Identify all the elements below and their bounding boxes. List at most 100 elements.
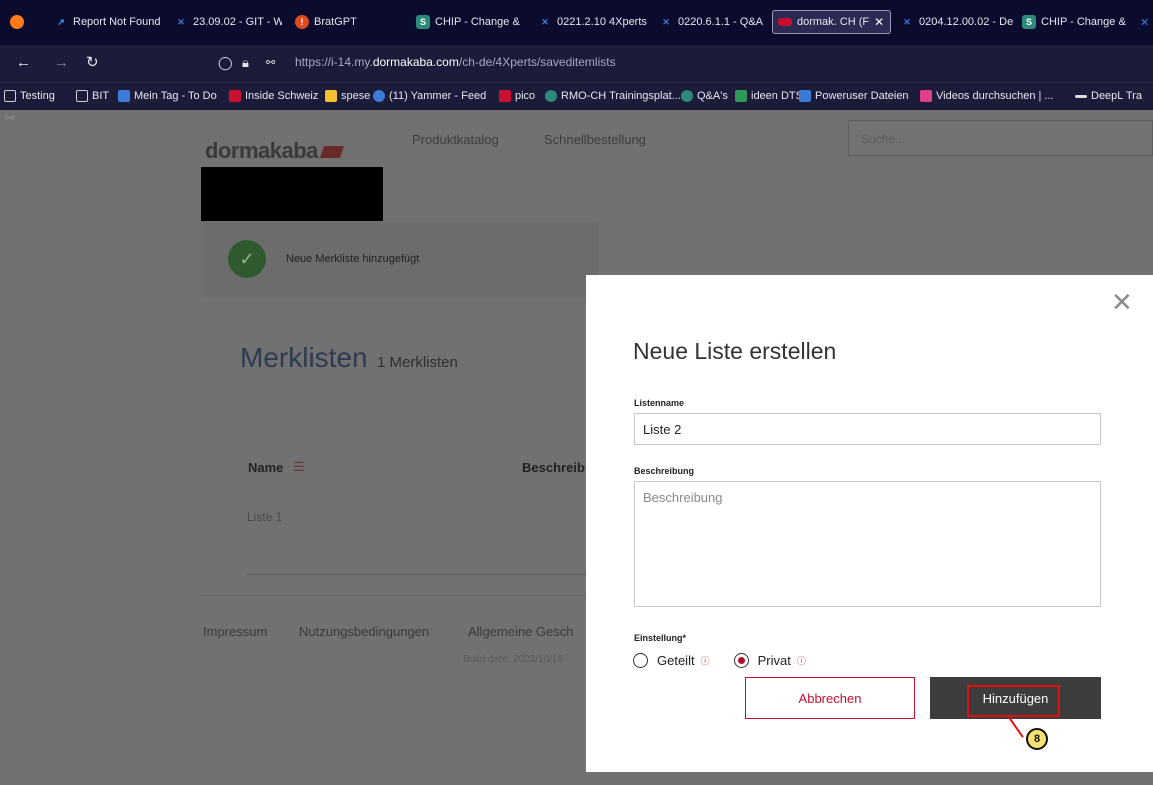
lock-icon[interactable]: 🔒︎: [242, 55, 249, 71]
bookmark-label: RMO-CH Trainingsplat...: [561, 90, 681, 102]
video-icon: [920, 90, 932, 102]
bookmark-testing[interactable]: Testing: [4, 90, 55, 102]
bookmark-label: spese: [341, 90, 371, 102]
address-bar[interactable]: https://i-14.my.dormakaba.com/ch-de/4Xpe…: [295, 55, 616, 69]
bookmark-label: Testing: [20, 90, 55, 102]
tab-git[interactable]: ✕ 23.09.02 - GIT - W: [174, 10, 282, 34]
tab-favicon-icon: ✕: [541, 17, 549, 27]
radio-privat[interactable]: [733, 653, 749, 668]
checkmark-icon: ✓: [228, 240, 266, 278]
tab-qa[interactable]: ✕ 0220.6.1.1 - Q&A: [659, 10, 765, 34]
tab-label: Report Not Found: [73, 16, 161, 28]
bookmark-rmo-ch[interactable]: RMO-CH Trainingsplat...: [545, 90, 681, 102]
bookmark-pico[interactable]: pico: [499, 90, 535, 102]
yammer-icon: [373, 90, 385, 102]
tab-favicon-icon: S: [1022, 15, 1036, 29]
bookmark-label: Mein Tag - To Do: [134, 90, 217, 102]
bookmark-label: Inside Schweiz: [245, 90, 319, 102]
forward-icon[interactable]: →: [54, 55, 69, 71]
sharepoint-icon: [681, 90, 693, 102]
bookmark-ideen-dts[interactable]: ideen DTS: [735, 90, 803, 102]
dormakaba-icon: [499, 90, 511, 102]
column-header-description[interactable]: Beschreib: [522, 460, 585, 475]
footer-link-impressum[interactable]: Impressum: [203, 624, 267, 639]
spese-icon: [325, 90, 337, 102]
dialog-title: Neue Liste erstellen: [633, 338, 837, 364]
filter-icon[interactable]: ☰: [293, 459, 305, 475]
search-input[interactable]: Suche...: [848, 120, 1153, 156]
tab-bratgpt[interactable]: ! BratGPT: [295, 10, 375, 34]
bookmark-mein-tag[interactable]: Mein Tag - To Do: [118, 90, 217, 102]
new-list-dialog: ✕ Neue Liste erstellen Listenname Beschr…: [586, 275, 1153, 772]
footer-divider: [201, 595, 601, 596]
bookmark-spese[interactable]: spese: [325, 90, 370, 102]
tab-chip-change-2[interactable]: S CHIP - Change &: [1022, 10, 1132, 34]
folder-icon: [4, 90, 16, 102]
tab-label: CHIP - Change &: [435, 16, 520, 28]
tab-favicon-icon: ↗: [57, 17, 65, 27]
radio-geteilt[interactable]: [633, 653, 648, 668]
option-label-geteilt: Geteilt: [657, 653, 695, 668]
description-field[interactable]: [634, 481, 1101, 607]
bookmark-label: ideen DTS: [751, 90, 803, 102]
add-button[interactable]: Hinzufügen: [930, 677, 1101, 719]
logo-mark-icon: [319, 146, 345, 158]
tab-4xperts[interactable]: ✕ 0221.2.10 4Xperts: [538, 10, 648, 34]
tab-label: BratGPT: [314, 16, 357, 28]
permissions-icon[interactable]: ⚯: [266, 55, 275, 71]
footer-link-agb[interactable]: Allgemeine Gesch: [468, 624, 574, 639]
bookmark-inside-schweiz[interactable]: Inside Schweiz: [229, 90, 318, 102]
sharepoint-icon: [545, 90, 557, 102]
list-name-label: Listenname: [634, 398, 685, 408]
checkmark-icon: [118, 90, 130, 102]
tab-dormakaba-active[interactable]: dormak. CH (F ✕: [772, 10, 891, 34]
setting-label: Einstellung*: [634, 633, 687, 643]
url-path: /ch-de/4Xperts/saveditemlists: [458, 55, 616, 69]
table-row[interactable]: Liste 1: [247, 510, 282, 524]
tab-0204[interactable]: ✕ 0204.12.00.02 - De: [900, 10, 1018, 34]
shield-icon[interactable]: ◯: [218, 55, 233, 71]
planner-icon: [735, 90, 747, 102]
back-icon[interactable]: ←: [16, 55, 31, 71]
tab-favicon-icon: ✕: [662, 17, 670, 27]
url-prefix: https://i-14.my.: [295, 55, 373, 69]
collapse-icon[interactable]: »«: [4, 112, 15, 123]
tab-overflow-icon[interactable]: ✕: [1140, 10, 1149, 34]
site-logo[interactable]: dormakaba: [205, 138, 345, 164]
bookmark-bit[interactable]: BIT: [76, 90, 109, 102]
step-number-badge: 8: [1026, 728, 1048, 750]
bookmark-qa[interactable]: Q&A's: [681, 90, 728, 102]
bookmark-label: Videos durchsuchen | ...: [936, 90, 1054, 102]
notice-text: Neue Merkliste hinzugefügt: [286, 253, 420, 265]
deepl-icon: [1075, 94, 1087, 98]
bookmark-yammer[interactable]: (11) Yammer - Feed: [373, 90, 486, 102]
bookmark-poweruser[interactable]: Poweruser Dateien: [799, 90, 909, 102]
nav-schnellbestellung[interactable]: Schnellbestellung: [544, 132, 646, 147]
bookmark-label: (11) Yammer - Feed: [389, 90, 487, 102]
bookmark-videos[interactable]: Videos durchsuchen | ...: [920, 90, 1054, 102]
tab-favicon-icon: [778, 18, 792, 26]
footer-link-nutzungsbedingungen[interactable]: Nutzungsbedingungen: [299, 624, 429, 639]
info-icon[interactable]: ⓘ: [701, 654, 710, 667]
bookmark-label: BIT: [92, 90, 110, 102]
list-name-field[interactable]: [634, 413, 1101, 445]
firefox-menu-icon[interactable]: [10, 10, 29, 34]
column-header-name[interactable]: Name: [248, 460, 283, 475]
tab-label: CHIP - Change &: [1041, 16, 1126, 28]
browser-tab-bar: ↗ Report Not Found ✕ 23.09.02 - GIT - W …: [0, 0, 1153, 45]
reload-icon[interactable]: ↻: [86, 55, 99, 71]
close-icon[interactable]: ✕: [1111, 289, 1133, 315]
tab-chip-change[interactable]: S CHIP - Change &: [416, 10, 526, 34]
bookmark-deepl[interactable]: DeepL Tra: [1075, 90, 1142, 102]
tab-label: 0204.12.00.02 - De: [919, 16, 1014, 28]
cancel-button[interactable]: Abbrechen: [745, 677, 915, 719]
list-count: 1 Merklisten: [377, 354, 458, 371]
page-title: Merklisten: [240, 342, 368, 373]
folder-icon: [76, 90, 88, 102]
tab-report-not-found[interactable]: ↗ Report Not Found: [54, 10, 164, 34]
info-icon[interactable]: ⓘ: [797, 654, 806, 667]
tab-close-icon[interactable]: ✕: [874, 15, 884, 29]
tab-favicon-icon: S: [416, 15, 430, 29]
nav-produktkatalog[interactable]: Produktkatalog: [412, 132, 499, 147]
success-notice: ✓ Neue Merkliste hinzugefügt: [203, 222, 598, 297]
